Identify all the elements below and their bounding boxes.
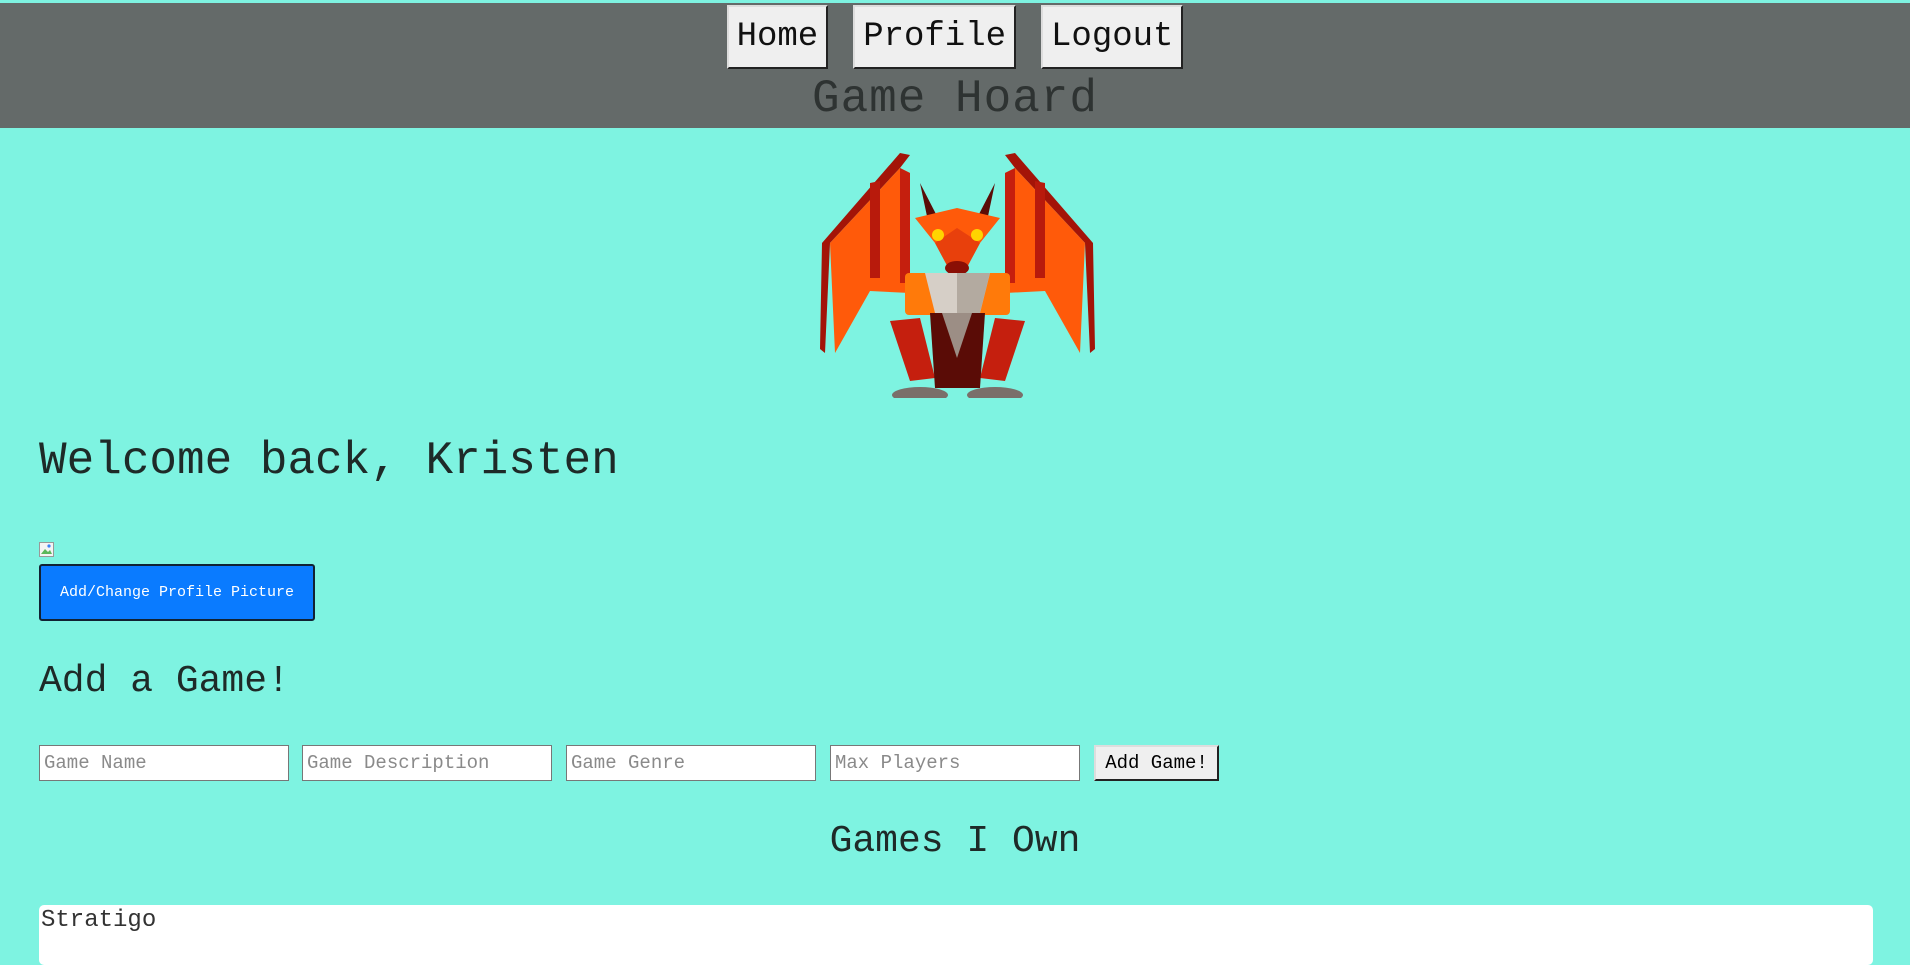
add-game-heading: Add a Game! bbox=[39, 660, 290, 703]
nav-home-button[interactable]: Home bbox=[726, 5, 829, 69]
change-profile-picture-button[interactable]: Add/Change Profile Picture bbox=[39, 564, 315, 621]
game-card[interactable]: Stratigo bbox=[39, 905, 1873, 965]
nav-logout-button[interactable]: Logout bbox=[1041, 5, 1184, 69]
welcome-heading: Welcome back, Kristen bbox=[39, 435, 619, 487]
game-description-input[interactable] bbox=[302, 745, 552, 781]
game-genre-input[interactable] bbox=[566, 745, 816, 781]
game-name-input[interactable] bbox=[39, 745, 289, 781]
add-game-button[interactable]: Add Game! bbox=[1094, 745, 1219, 781]
games-owned-heading: Games I Own bbox=[829, 820, 1081, 863]
max-players-input[interactable] bbox=[830, 745, 1080, 781]
nav-profile-button[interactable]: Profile bbox=[853, 5, 1017, 69]
dragon-logo-icon bbox=[820, 153, 1095, 398]
site-title: Game Hoard bbox=[811, 73, 1099, 125]
broken-image-icon bbox=[39, 542, 54, 557]
nav-menu: Home Profile Logout bbox=[0, 5, 1910, 69]
top-navbar: Home Profile Logout Game Hoard bbox=[0, 0, 1910, 128]
game-name: Stratigo bbox=[41, 907, 157, 934]
